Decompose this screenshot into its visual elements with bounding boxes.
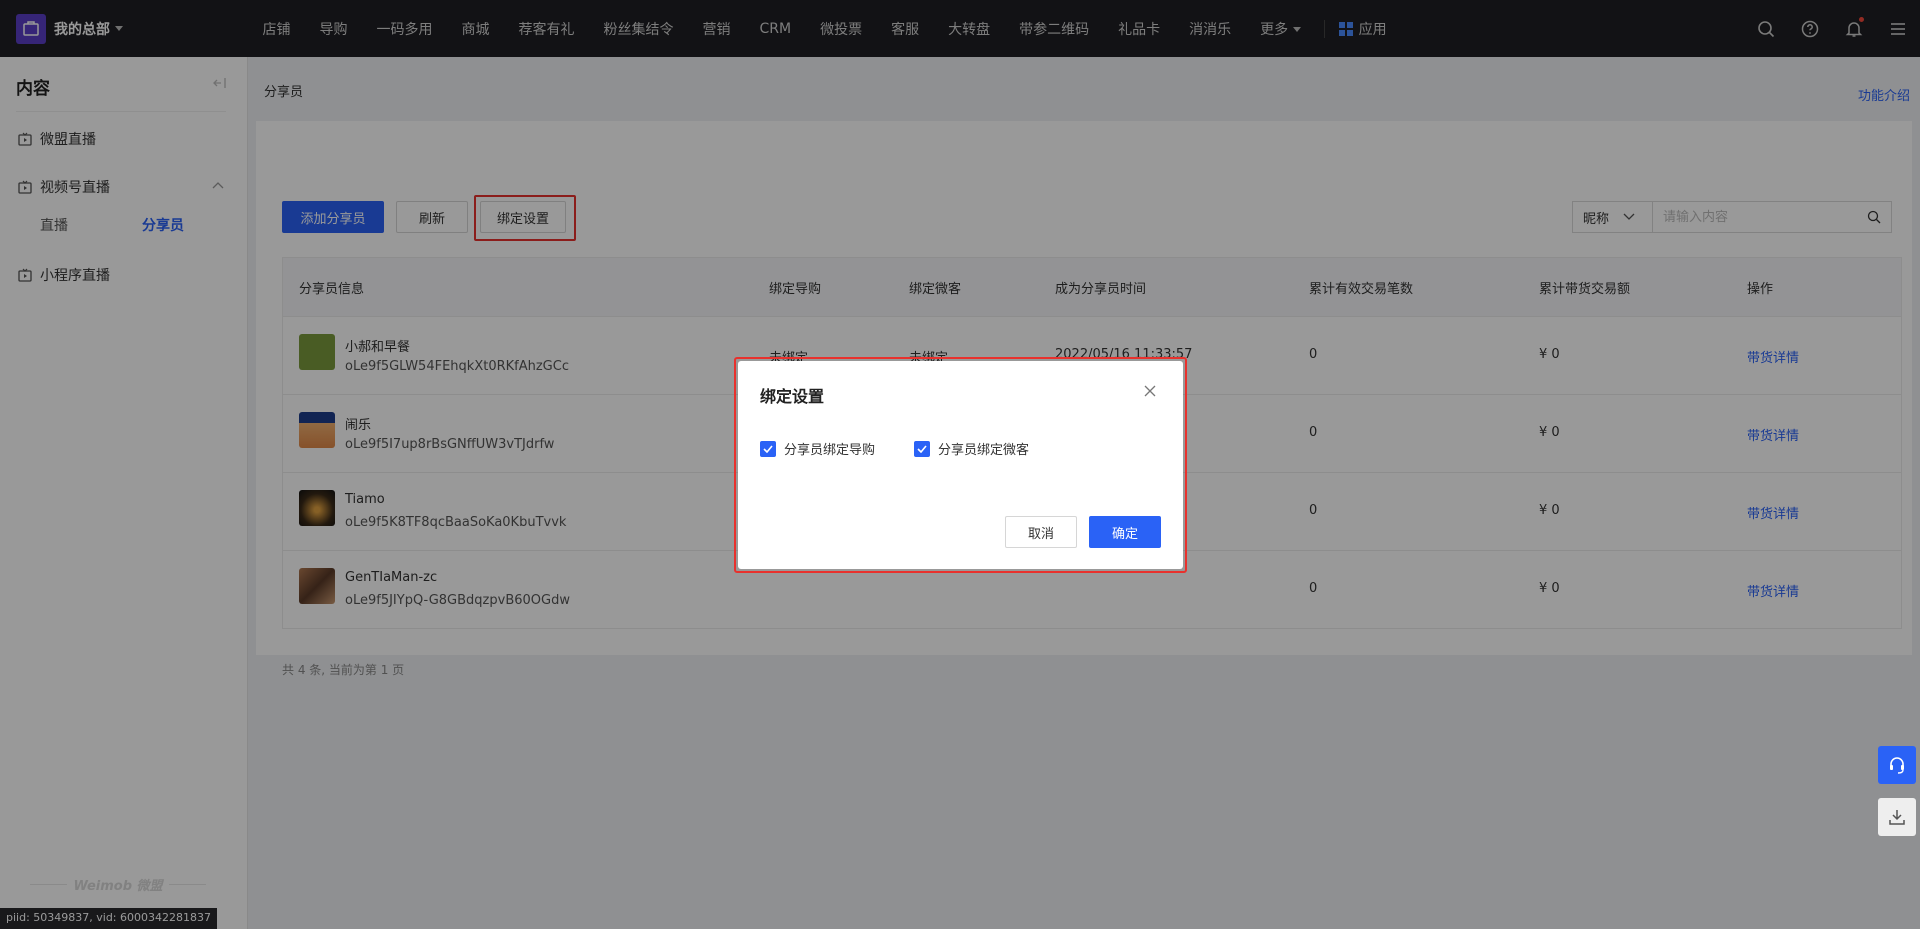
close-icon[interactable] (1144, 385, 1156, 401)
dialog-title: 绑定设置 (760, 387, 825, 406)
cancel-button[interactable]: 取消 (1005, 516, 1077, 548)
headset-icon (1890, 757, 1904, 774)
download-icon (1889, 810, 1905, 825)
checkmark-icon (760, 440, 776, 457)
bind-weike-checkbox[interactable]: 分享员绑定微客 (914, 439, 1029, 458)
checkbox-label: 分享员绑定导购 (784, 443, 876, 458)
checkbox-label: 分享员绑定微客 (938, 443, 1030, 458)
download-button[interactable] (1878, 798, 1916, 836)
bind-guide-checkbox[interactable]: 分享员绑定导购 (760, 439, 875, 458)
checkmark-icon (914, 440, 930, 457)
customer-service-button[interactable] (1878, 746, 1916, 784)
bind-settings-dialog: 绑定设置 分享员绑定导购 分享员绑定微客 取消 确定 (738, 361, 1183, 569)
confirm-button[interactable]: 确定 (1089, 516, 1161, 548)
